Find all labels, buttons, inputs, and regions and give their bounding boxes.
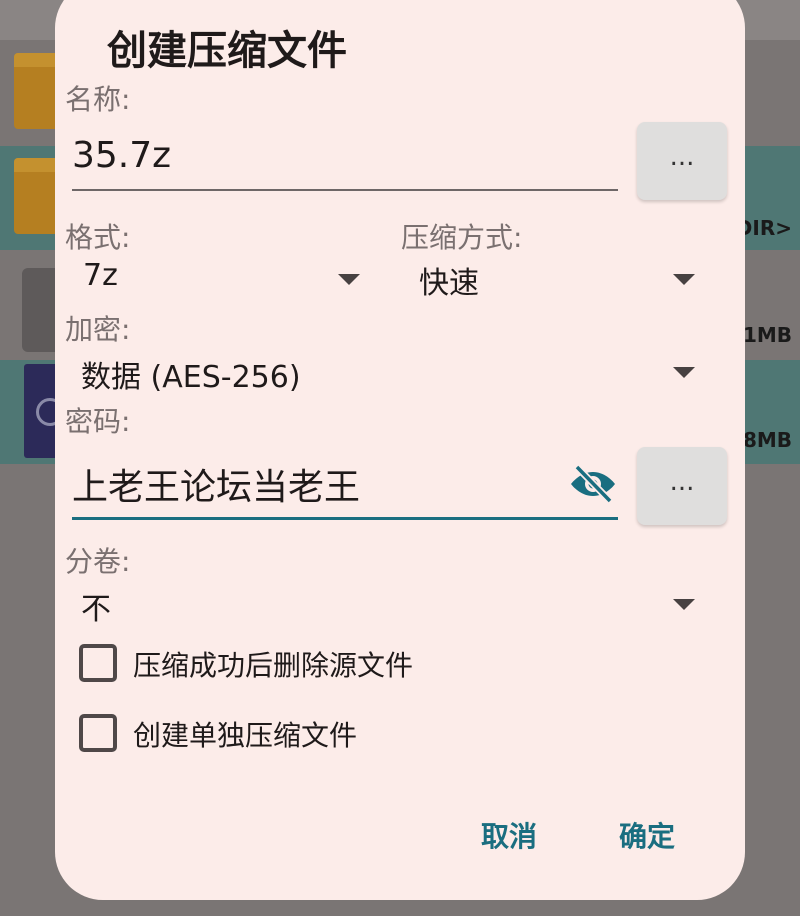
- password-options-button[interactable]: ...: [637, 447, 727, 525]
- format-label: 格式:: [65, 221, 131, 254]
- ok-button[interactable]: 确定: [619, 815, 675, 855]
- name-underline: [72, 189, 618, 191]
- delete-source-checkbox[interactable]: [79, 644, 117, 682]
- encryption-value: 数据 (AES-256): [81, 360, 301, 395]
- chevron-down-icon: [673, 274, 695, 285]
- compression-label: 压缩方式:: [401, 221, 523, 254]
- password-label: 密码:: [65, 405, 131, 438]
- dialog-title: 创建压缩文件: [107, 28, 347, 74]
- chevron-down-icon: [673, 599, 695, 610]
- separate-archives-checkbox[interactable]: [79, 714, 117, 752]
- split-select[interactable]: 不: [75, 584, 701, 630]
- separate-archives-label: 创建单独压缩文件: [133, 719, 358, 752]
- visibility-off-icon[interactable]: [569, 464, 617, 504]
- password-field[interactable]: 上老王论坛当老王: [72, 454, 618, 520]
- name-value: 35.7z: [72, 135, 172, 176]
- password-underline: [72, 517, 618, 520]
- split-value: 不: [81, 592, 111, 627]
- compression-value: 快速: [419, 266, 479, 301]
- item-size: 1MB: [742, 323, 792, 347]
- chevron-down-icon: [338, 274, 360, 285]
- name-browse-button[interactable]: ...: [637, 122, 727, 200]
- name-field[interactable]: 35.7z: [72, 125, 618, 191]
- encryption-label: 加密:: [65, 313, 131, 346]
- name-label: 名称:: [65, 83, 131, 116]
- encryption-select[interactable]: 数据 (AES-256): [75, 352, 701, 398]
- create-archive-dialog: 创建压缩文件 名称: 35.7z ... 格式: 压缩方式: 7z 快速 加密:…: [55, 0, 745, 900]
- split-label: 分卷:: [65, 545, 131, 578]
- cancel-button[interactable]: 取消: [481, 815, 537, 855]
- delete-source-label: 压缩成功后删除源文件: [133, 649, 414, 682]
- delete-source-option[interactable]: 压缩成功后删除源文件: [79, 640, 499, 688]
- format-select[interactable]: 7z: [75, 258, 365, 304]
- format-value: 7z: [83, 258, 118, 293]
- item-size: 8MB: [742, 428, 792, 452]
- compression-select[interactable]: 快速: [411, 258, 701, 304]
- chevron-down-icon: [673, 367, 695, 378]
- password-value: 上老王论坛当老王: [72, 467, 361, 508]
- separate-archives-option[interactable]: 创建单独压缩文件: [79, 710, 499, 758]
